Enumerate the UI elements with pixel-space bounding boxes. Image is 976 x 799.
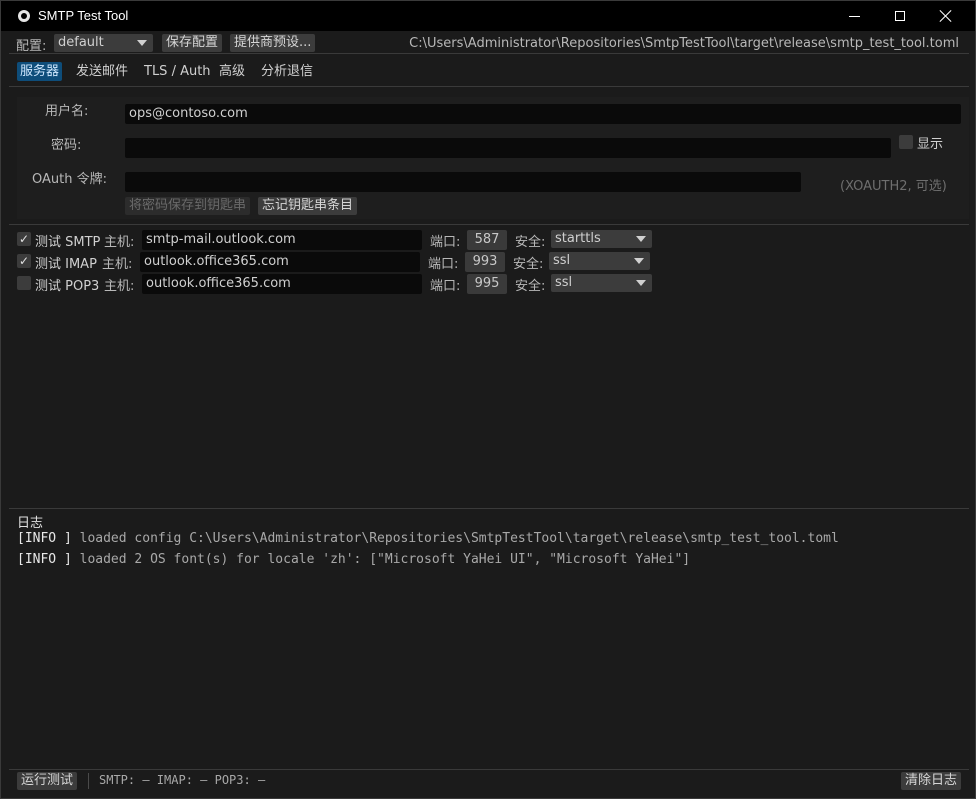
statusbar-separator [88,773,89,789]
imap-security-value: ssl [553,253,571,268]
chevron-down-icon [137,40,147,46]
close-icon [940,10,952,22]
provider-presets-button[interactable]: 提供商预设... [230,34,316,52]
pop3-security-value: ssl [555,275,573,290]
test-pop3-checkbox[interactable] [17,276,31,290]
show-password-checkbox[interactable] [899,135,913,149]
forget-keyring-button[interactable]: 忘记钥匙串条目 [258,197,358,215]
profile-select-value: default [58,35,104,50]
app-window: SMTP Test Tool 配置: default 保存配置 提供商预设...… [0,0,976,799]
oauth-hint: (XOAUTH2, 可选) [840,179,947,194]
test-pop3-label: 测试 POP3 [35,279,100,294]
pop3-port-input[interactable]: 995 [467,274,507,294]
tab-send-mail[interactable]: 发送邮件 [73,62,131,81]
tabs-divider [9,86,969,87]
tab-bounce-analysis[interactable]: 分析退信 [258,62,316,81]
minimize-button[interactable] [831,1,877,31]
log-line: [INFO ] loaded config C:\Users\Administr… [17,531,839,546]
test-imap-label: 测试 IMAP [35,257,97,272]
smtp-port-input[interactable]: 587 [467,230,507,250]
status-summary: SMTP: – IMAP: – POP3: – [99,773,266,787]
tab-server[interactable]: 服务器 [17,62,63,81]
test-smtp-checkbox[interactable]: ✓ [17,232,31,246]
window-title: SMTP Test Tool [38,8,129,23]
oauth-token-input[interactable] [125,172,801,192]
clear-log-button[interactable]: 清除日志 [901,772,962,790]
maximize-icon [895,11,905,21]
show-password-label: 显示 [917,137,944,152]
close-button[interactable] [923,1,969,31]
imap-port-label: 端口: [428,257,459,272]
pop3-security-select[interactable]: ssl [551,274,652,292]
run-tests-button[interactable]: 运行测试 [17,772,78,790]
smtp-port-label: 端口: [430,235,461,250]
chevron-down-icon [634,258,644,264]
smtp-host-label: 主机: [104,235,135,250]
password-label: 密码: [51,138,82,153]
username-input[interactable]: ops@contoso.com [125,104,961,124]
pop3-host-label: 主机: [104,279,135,294]
minimize-icon [848,15,860,17]
log-level: [INFO ] [17,531,72,546]
toolbar-divider [9,53,969,54]
pop3-host-input[interactable]: outlook.office365.com [142,274,422,294]
profile-label: 配置: [16,39,47,54]
pop3-security-label: 安全: [515,279,546,294]
tab-advanced[interactable]: 高级 [216,62,248,81]
password-input[interactable] [125,138,891,158]
smtp-security-label: 安全: [515,235,546,250]
chevron-down-icon [636,280,646,286]
log-message: loaded config C:\Users\Administrator\Rep… [71,531,839,546]
smtp-security-select[interactable]: starttls [551,230,652,248]
log-message: loaded 2 OS font(s) for locale 'zh': ["M… [71,552,691,567]
pop3-port-label: 端口: [430,279,461,294]
log-level: [INFO ] [17,552,72,567]
username-label: 用户名: [45,104,89,119]
log-title: 日志 [17,516,44,531]
imap-host-label: 主机: [102,257,133,272]
imap-port-input[interactable]: 993 [465,252,505,272]
statusbar-divider [9,769,969,770]
imap-security-select[interactable]: ssl [549,252,650,270]
profile-select[interactable]: default [54,34,153,52]
auth-divider [9,224,969,225]
app-logo-icon [18,10,30,22]
oauth-token-label: OAuth 令牌: [32,172,107,187]
save-profile-button[interactable]: 保存配置 [162,34,223,52]
title-bar: SMTP Test Tool [1,1,975,31]
log-line: [INFO ] loaded 2 OS font(s) for locale '… [17,552,690,567]
imap-security-label: 安全: [513,257,544,272]
smtp-security-value: starttls [555,231,601,246]
chevron-down-icon [636,236,646,242]
test-smtp-label: 测试 SMTP [35,235,101,250]
log-divider [9,508,969,509]
save-to-keyring-button[interactable]: 将密码保存到钥匙串 [125,197,251,215]
test-imap-checkbox[interactable]: ✓ [17,254,31,268]
tab-tls-auth[interactable]: TLS / Auth [141,62,214,81]
maximize-button[interactable] [877,1,923,31]
imap-host-input[interactable]: outlook.office365.com [140,252,420,272]
config-path: C:\Users\Administrator\Repositories\Smtp… [409,36,959,51]
smtp-host-input[interactable]: smtp-mail.outlook.com [142,230,422,250]
